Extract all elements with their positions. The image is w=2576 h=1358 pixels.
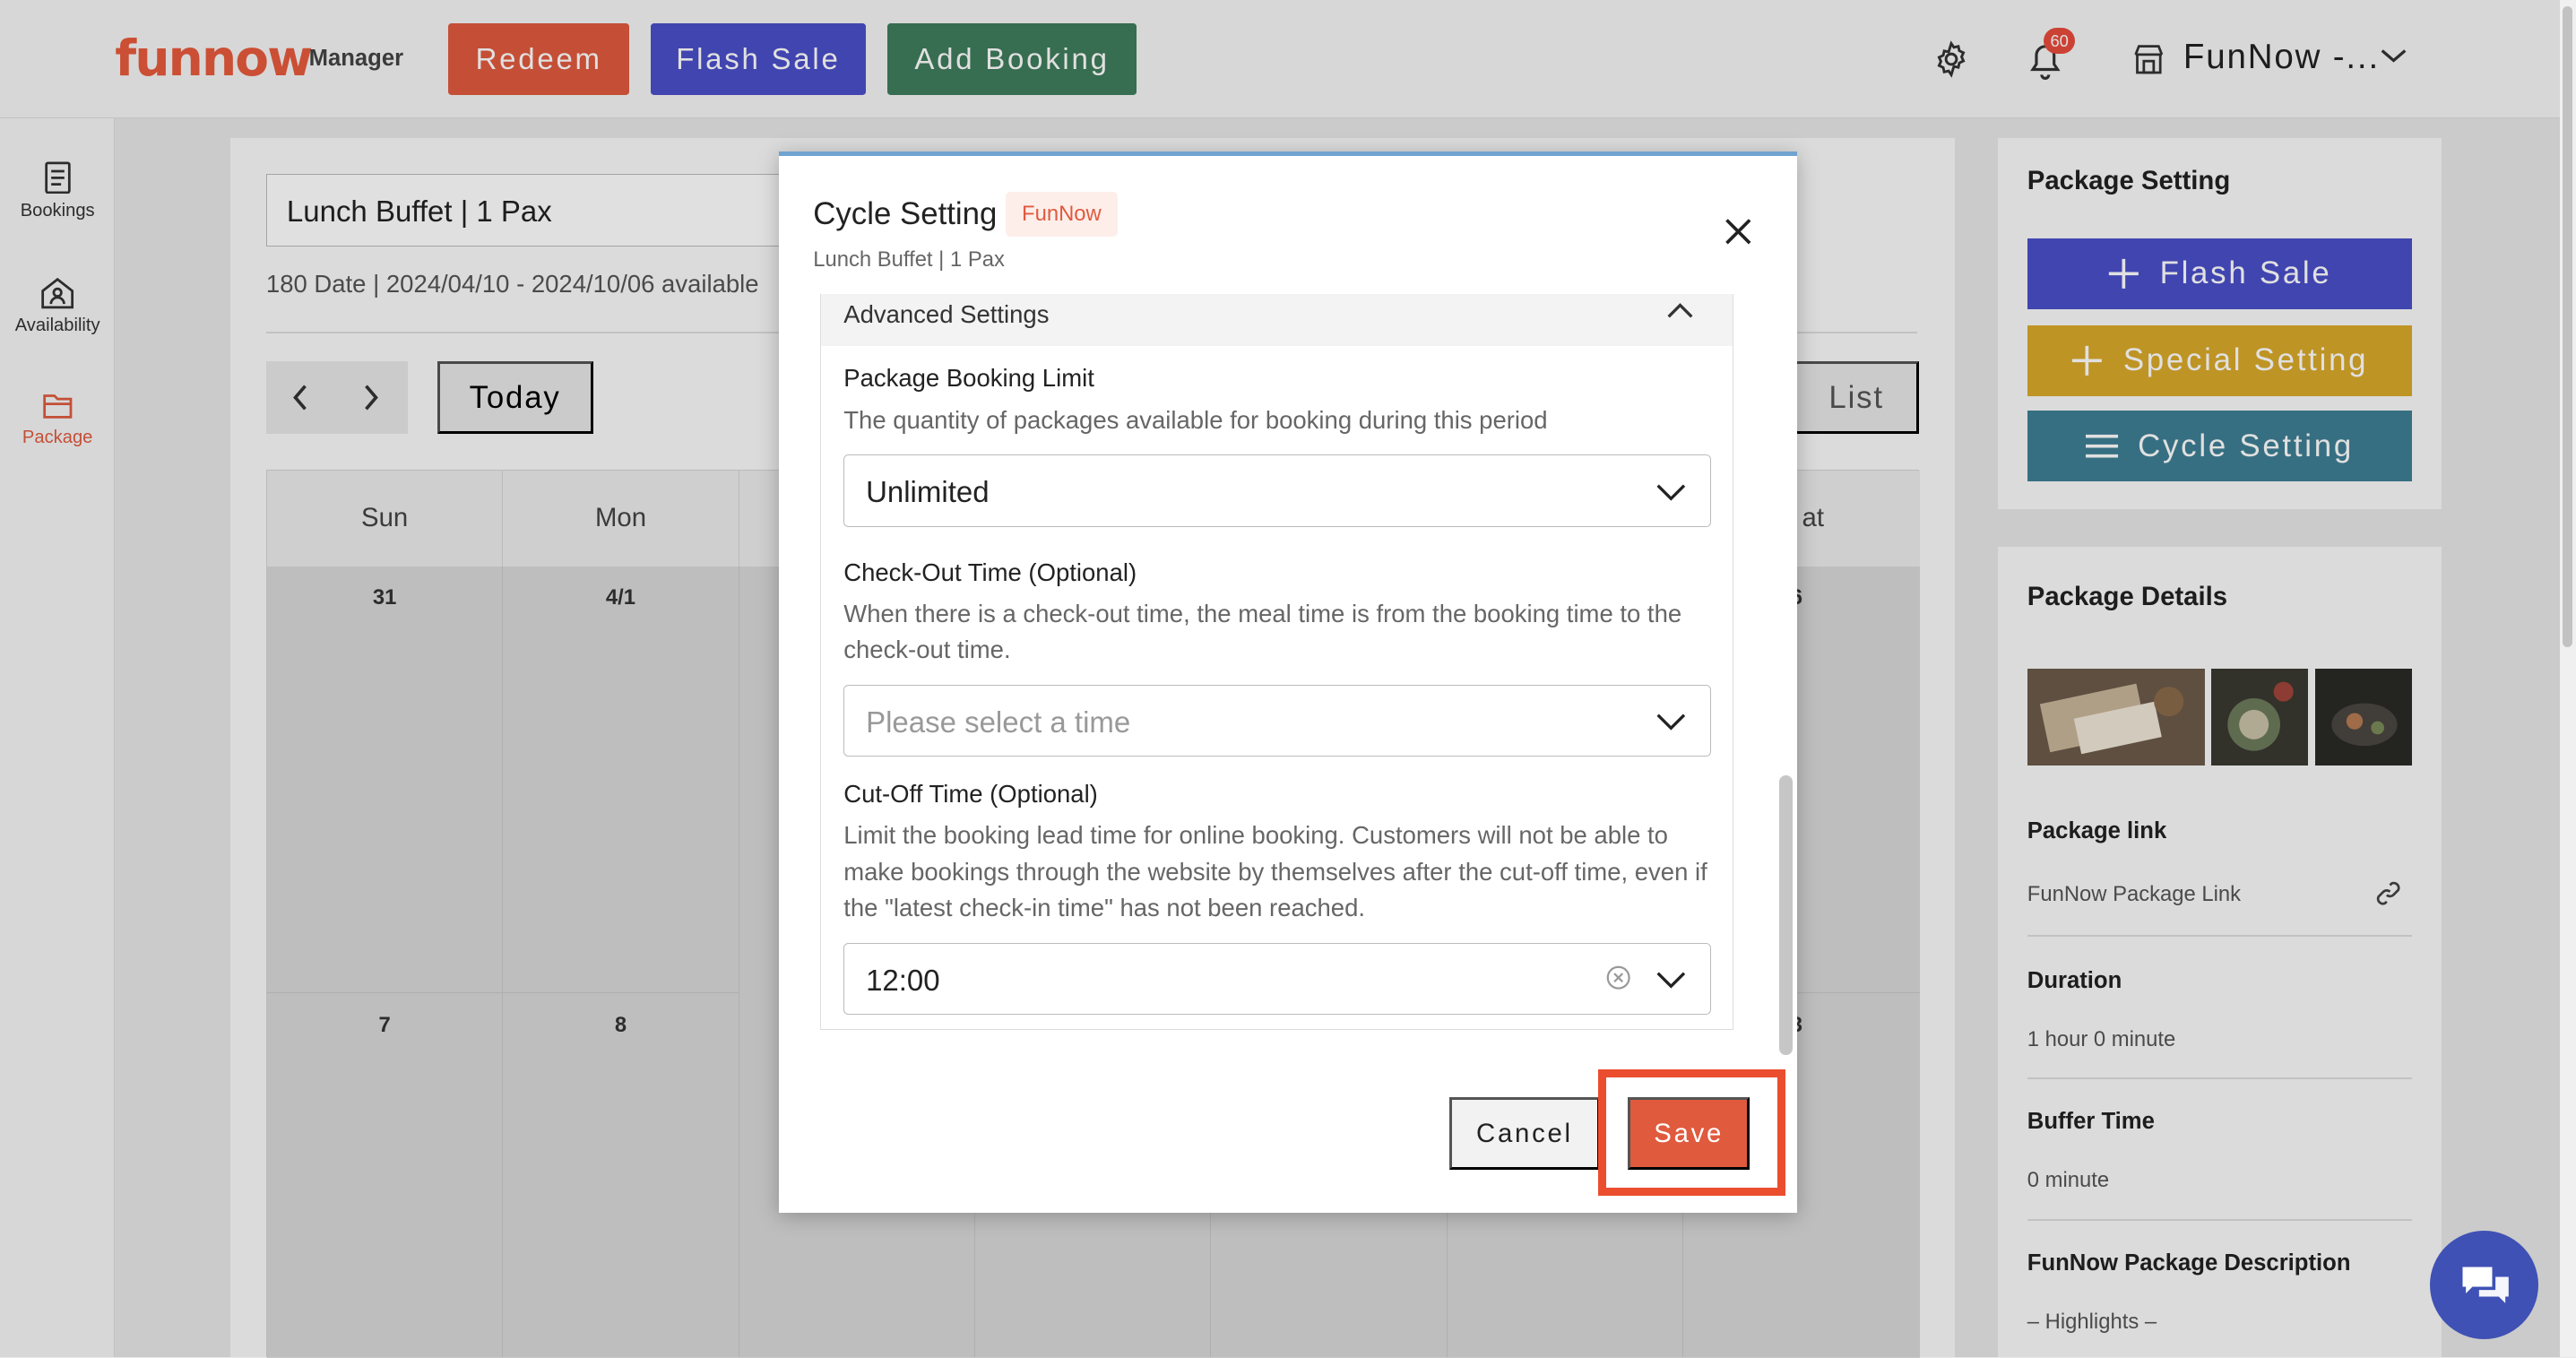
cutoff-time-label: Cut-Off Time (Optional) bbox=[843, 780, 1098, 809]
modal-subtitle: Lunch Buffet | 1 Pax bbox=[813, 247, 1005, 272]
chevron-down-icon[interactable] bbox=[1655, 712, 1688, 731]
chevron-down-icon[interactable] bbox=[1655, 482, 1688, 502]
cutoff-time-value: 12:00 bbox=[866, 963, 940, 997]
chat-button[interactable] bbox=[2429, 1230, 2538, 1339]
booking-limit-label: Package Booking Limit bbox=[843, 364, 1094, 393]
save-highlight-box bbox=[1598, 1069, 1786, 1197]
checkout-time-select[interactable]: Please select a time bbox=[843, 684, 1712, 757]
chevron-up-icon[interactable] bbox=[1665, 300, 1695, 320]
modal-scrollbar-thumb[interactable] bbox=[1779, 775, 1793, 1055]
chat-icon bbox=[2462, 1267, 2509, 1303]
clear-icon[interactable] bbox=[1605, 964, 1631, 990]
chevron-down-icon[interactable] bbox=[1655, 970, 1688, 990]
checkout-time-description: When there is a check-out time, the meal… bbox=[843, 599, 1682, 664]
advanced-settings-label: Advanced Settings bbox=[843, 299, 1050, 328]
checkout-time-placeholder: Please select a time bbox=[866, 705, 1131, 739]
cutoff-time-select[interactable]: 12:00 bbox=[843, 942, 1712, 1016]
close-icon[interactable] bbox=[1722, 215, 1755, 248]
cutoff-time-description: Limit the booking lead time for online b… bbox=[843, 821, 1707, 921]
advanced-settings-header[interactable]: Advanced Settings bbox=[820, 293, 1733, 347]
booking-limit-select[interactable]: Unlimited bbox=[843, 454, 1712, 527]
cancel-button[interactable]: Cancel bbox=[1448, 1097, 1601, 1171]
advanced-settings-panel[interactable]: Advanced Settings Package Booking Limit … bbox=[819, 293, 1733, 1030]
booking-limit-value: Unlimited bbox=[866, 475, 990, 509]
page-scrollbar-thumb[interactable] bbox=[2563, 6, 2573, 648]
modal-title: Cycle Setting bbox=[813, 196, 998, 232]
checkout-time-label: Check-Out Time (Optional) bbox=[843, 558, 1137, 586]
cycle-setting-modal: Cycle Setting FunNow Lunch Buffet | 1 Pa… bbox=[778, 151, 1798, 1213]
booking-limit-description: The quantity of packages available for b… bbox=[843, 405, 1548, 434]
platform-badge: FunNow bbox=[1005, 191, 1119, 237]
